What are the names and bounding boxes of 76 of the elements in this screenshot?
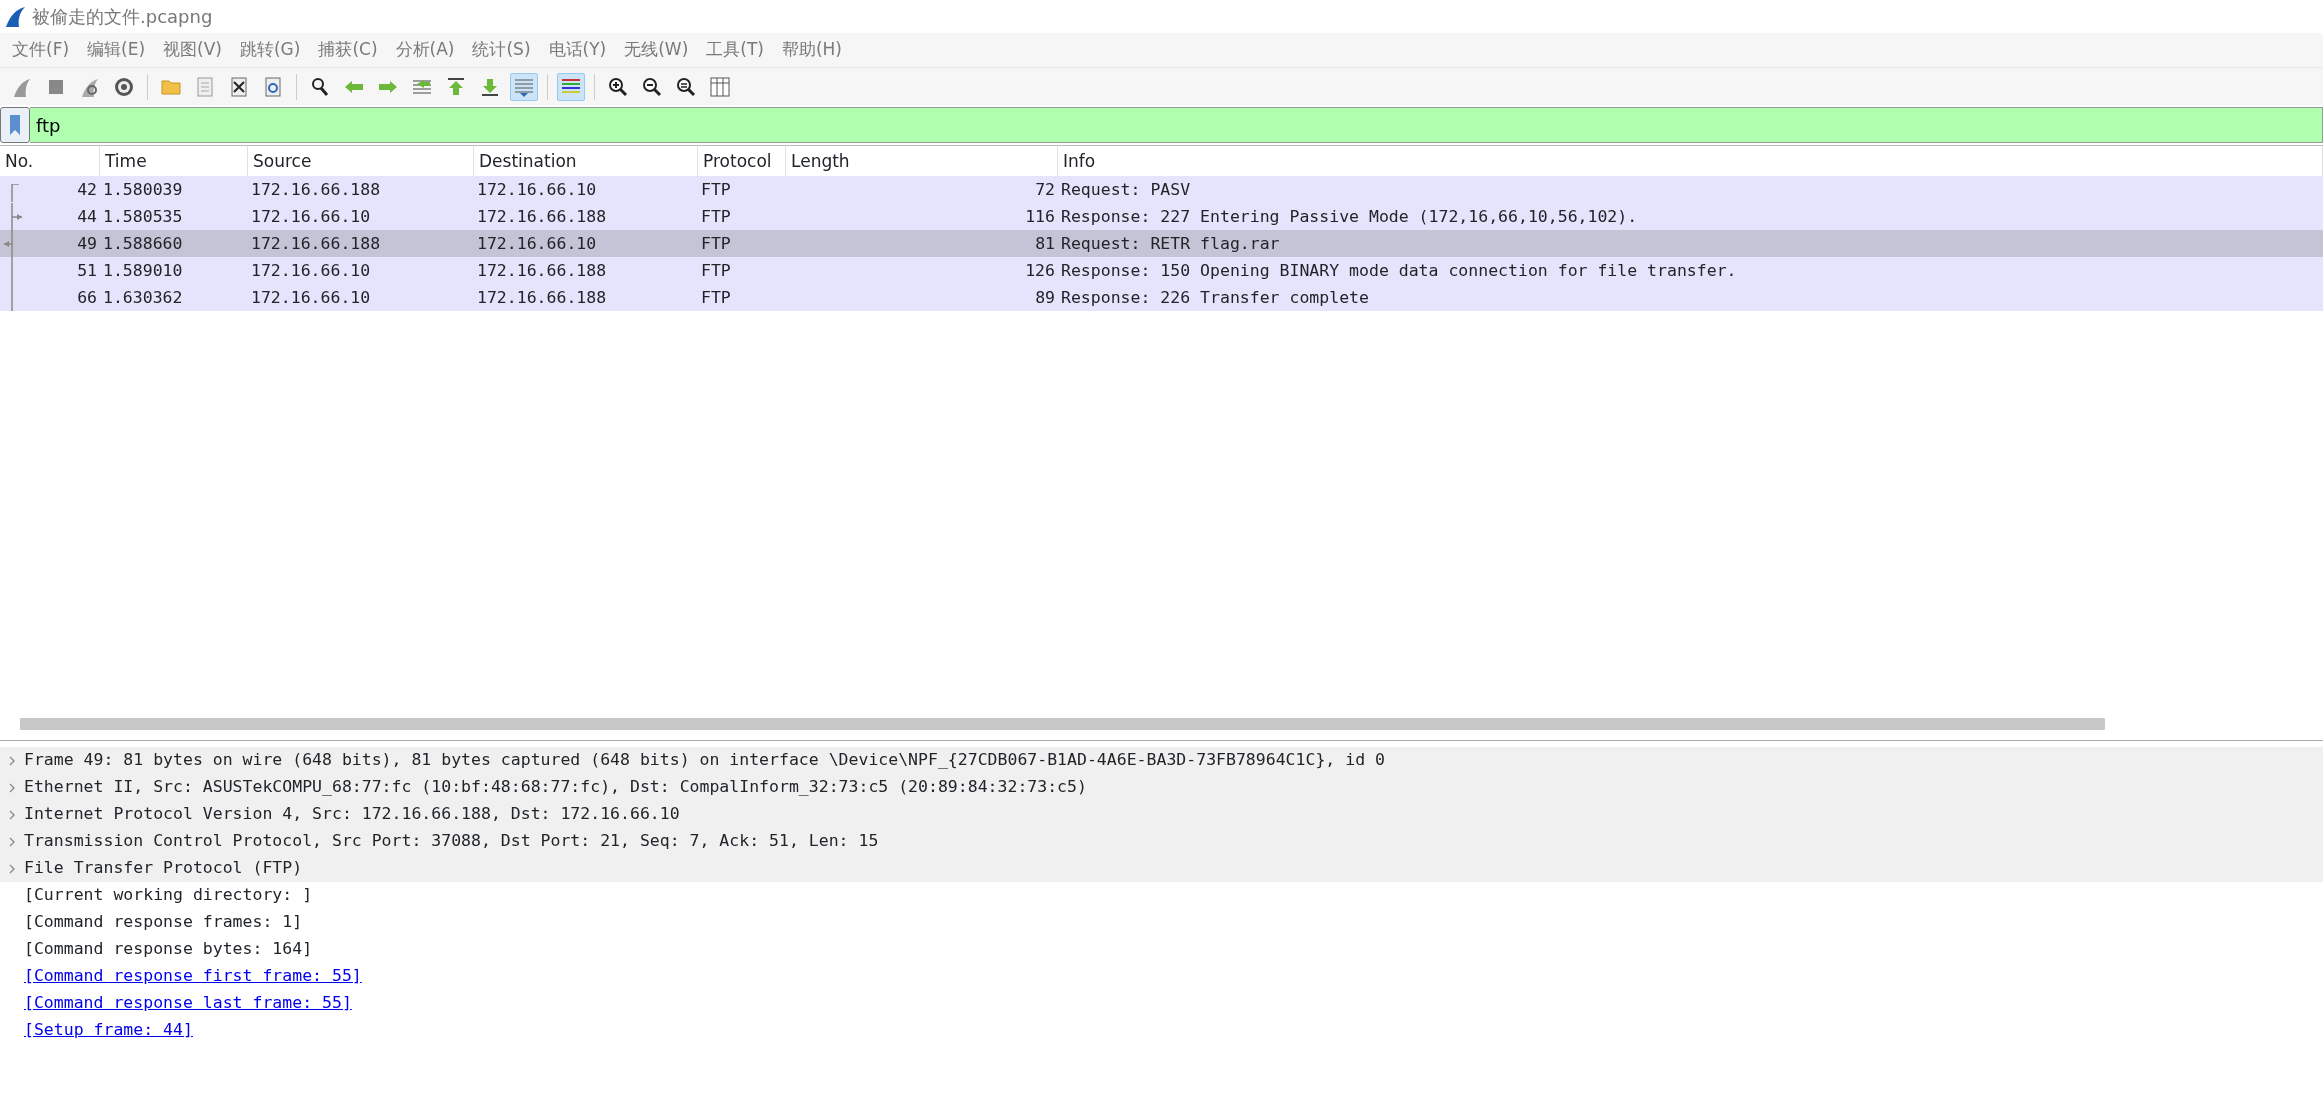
up-arrow-icon: [445, 75, 467, 98]
table-cell-text: 172.16.66.188: [476, 287, 608, 309]
packet-row[interactable]: 49 1.588660 172.16.66.188 172.16.66.10 FTP 81 Request: RETR flag.rar: [0, 230, 2323, 257]
menu-item[interactable]: 统计(S): [466, 37, 543, 63]
resize-columns-icon: [709, 75, 731, 98]
field-text: [Command response frames: 1]: [24, 911, 303, 934]
menu-item[interactable]: 跳转(G): [233, 37, 313, 63]
menu-item[interactable]: 帮助(H): [775, 37, 854, 63]
packet-row[interactable]: 44 1.580535 172.16.66.10 172.16.66.188 FTP 116 Response: 227 Entering Passive Mode (172,16,66,10,56,102).: [0, 203, 2323, 230]
close-file-icon: [228, 75, 250, 98]
reload-icon: [262, 75, 284, 98]
table-cell-text: 1.580535: [102, 206, 184, 228]
menu-item[interactable]: 捕获(C): [312, 37, 390, 63]
field-text: [Current working directory: ]: [24, 884, 313, 907]
shark-fin-icon: [4, 5, 26, 28]
menu-item[interactable]: 视图(V): [157, 37, 234, 63]
table-cell-text: 172.16.66.188: [476, 206, 608, 228]
search-icon: [309, 75, 331, 98]
table-cell-text: Response: 227 Entering Passive Mode (172,16,66,10,56,102).: [1060, 206, 1639, 228]
table-cell-text: 1.580039: [102, 179, 184, 201]
table-cell-text: 1.588660: [102, 233, 184, 255]
table-cell-text: 51: [77, 260, 97, 282]
table-cell-text: Response: 150 Opening BINARY mode data connection for file transfer.: [1060, 260, 1738, 282]
bookmark-button[interactable]: [0, 107, 30, 143]
settings-icon: [113, 75, 135, 98]
table-cell-text: 42: [77, 179, 97, 201]
table-cell-text: Request: PASV: [1060, 179, 1192, 201]
display-filter-field[interactable]: ftp: [30, 107, 2323, 143]
bookmark-icon: [9, 114, 21, 136]
menu-item[interactable]: 电话(Y): [542, 37, 619, 63]
auto-scroll-toggle-button[interactable]: [510, 72, 538, 101]
table-cell-text: 172.16.66.10: [476, 179, 598, 201]
frame-link[interactable]: [Setup frame: 44]: [24, 1018, 193, 1043]
field-text: [Command response bytes: 164]: [24, 938, 313, 961]
table-cell-text: FTP: [700, 233, 732, 255]
table-cell-text: 172.16.66.10: [250, 260, 372, 282]
table-cell-text: 172.16.66.10: [250, 287, 372, 309]
zoom-reset-icon: [675, 75, 697, 98]
table-cell-text: Response: 226 Transfer complete: [1060, 287, 1370, 309]
menu-item[interactable]: 工具(T): [700, 37, 776, 63]
frame-link[interactable]: [Command response last frame: 55]: [24, 991, 352, 1016]
tree-item[interactable]: File Transfer Protocol (FTP): [24, 856, 303, 881]
table-cell-text: 81: [1034, 233, 1056, 255]
table-cell-text: 172.16.66.188: [476, 260, 608, 282]
table-cell-text: FTP: [700, 287, 732, 309]
zoom-out-icon: [641, 75, 663, 98]
zoom-in-icon: [607, 75, 629, 98]
table-cell-text: 89: [1034, 287, 1056, 309]
table-cell-text: 49: [77, 233, 97, 255]
frame-link[interactable]: [Command response first frame: 55]: [24, 964, 362, 989]
table-cell-text: 1.630362: [102, 287, 184, 309]
related-packet-icon: [11, 203, 23, 230]
table-cell-text: 126: [1024, 260, 1056, 282]
table-cell-text: 172.16.66.188: [250, 233, 382, 255]
table-cell-text: Request: RETR flag.rar: [1060, 233, 1281, 255]
table-cell-text: FTP: [700, 260, 732, 282]
table-cell-text: FTP: [700, 206, 732, 228]
related-packet-icon: [11, 184, 20, 203]
horizontal-scrollbar[interactable]: [20, 718, 2105, 730]
table-cell-text: 66: [77, 287, 97, 309]
colorize-toggle-button[interactable]: [557, 72, 585, 101]
table-cell-text: 44: [77, 206, 97, 228]
table-cell-text: 172.16.66.10: [250, 206, 372, 228]
table-cell-text: 172.16.66.10: [476, 233, 598, 255]
window-title: 被偷走的文件.pcapng: [32, 5, 213, 29]
table-cell-text: FTP: [700, 179, 732, 201]
menu-item[interactable]: 无线(W): [618, 37, 701, 63]
table-cell-text: 116: [1024, 206, 1056, 228]
menu-item[interactable]: 编辑(E): [81, 37, 158, 63]
table-cell-text: 72: [1034, 179, 1056, 201]
document-icon: [194, 75, 216, 98]
table-cell-text: 172.16.66.188: [250, 179, 382, 201]
menu-item[interactable]: 分析(A): [389, 37, 467, 63]
table-cell-text: 1.589010: [102, 260, 184, 282]
menu-item[interactable]: 文件(F): [6, 37, 82, 63]
packet-row[interactable]: 42 1.580039 172.16.66.188 172.16.66.10 FTP 72 Request: PASV: [0, 176, 2323, 203]
